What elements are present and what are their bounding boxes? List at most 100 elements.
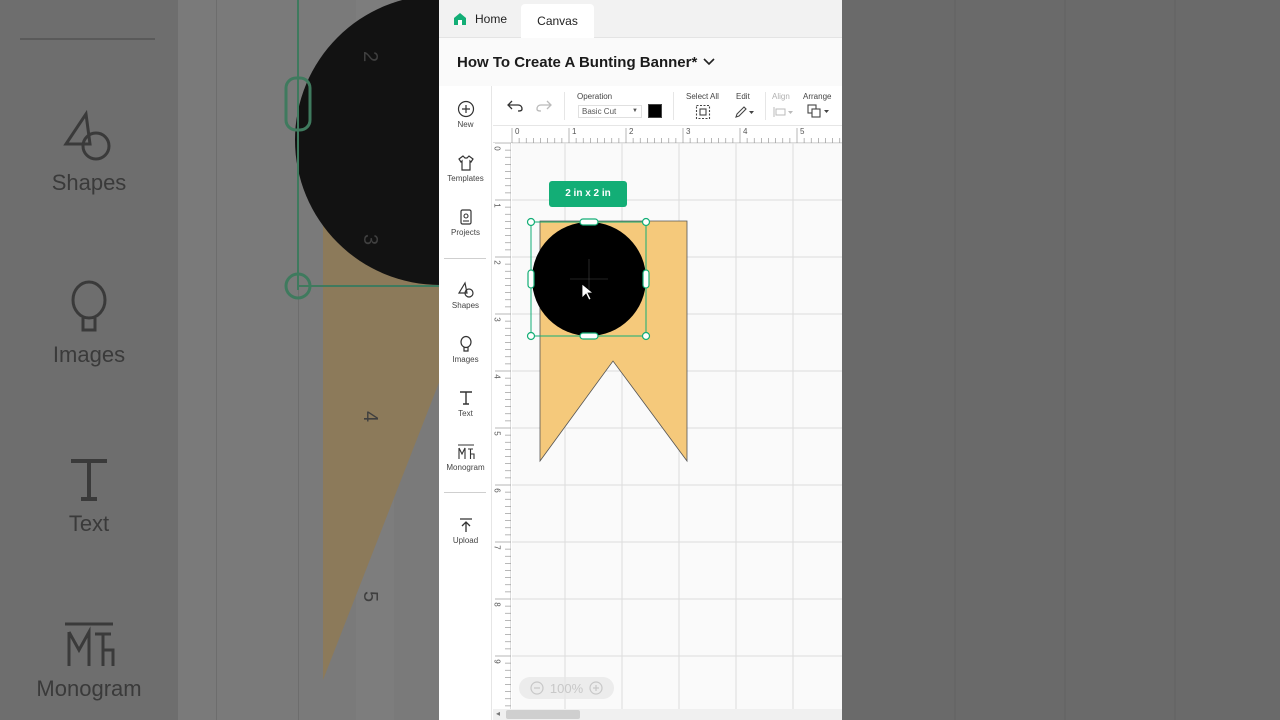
lightbulb-icon <box>459 335 472 352</box>
select-all-icon[interactable] <box>695 104 711 120</box>
shirt-icon <box>457 155 474 171</box>
sidebar-item-projects[interactable]: Projects <box>439 208 492 237</box>
sidebar-item-new[interactable]: New <box>439 100 492 129</box>
scrollbar-thumb[interactable] <box>506 710 580 719</box>
sidebar-divider <box>444 258 486 259</box>
arrange-label: Arrange <box>803 92 832 101</box>
tab-canvas[interactable]: Canvas <box>521 4 594 38</box>
ruler-left-number: 8 <box>492 602 502 607</box>
monogram-icon <box>457 444 475 459</box>
text-t-icon <box>459 391 472 405</box>
ruler-left-number: 1 <box>492 203 502 208</box>
sidebar-item-text[interactable]: Text <box>439 389 492 418</box>
toolbar-divider <box>765 92 766 120</box>
monogram-icon <box>65 622 115 666</box>
ruler-top-number: 1 <box>572 127 577 136</box>
redo-icon[interactable] <box>536 100 552 112</box>
undo-icon[interactable] <box>507 100 523 112</box>
sidebar-item-monogram[interactable]: Monogram <box>439 443 492 472</box>
sidebar-item-upload[interactable]: Upload <box>439 516 492 545</box>
background-ruler-number: 3 <box>359 233 382 246</box>
sidebar-item-shapes[interactable]: Shapes <box>439 281 492 310</box>
ruler-left-number: 5 <box>492 431 502 436</box>
text-t-icon <box>71 459 107 501</box>
background-shapes-item: Shapes <box>0 110 178 196</box>
zoom-out-icon[interactable] <box>530 681 544 695</box>
arrange-icon[interactable] <box>807 104 831 118</box>
resize-handle[interactable] <box>526 331 536 341</box>
left-sidebar: New Templates Projects Shapes Images Tex… <box>439 86 492 720</box>
canvas-drawing <box>512 143 842 709</box>
sidebar-item-label: Upload <box>452 536 479 545</box>
toolbar-divider <box>673 92 674 120</box>
sidebar-item-label: Templates <box>447 174 484 183</box>
background-monogram-item: Monogram <box>0 620 178 702</box>
ruler-left-number: 4 <box>492 374 502 379</box>
ruler-left-number: 6 <box>492 488 502 493</box>
sidebar-item-label: New <box>457 120 474 129</box>
sidebar-item-images[interactable]: Images <box>439 335 492 364</box>
ruler-left-number: 3 <box>492 317 502 322</box>
background-ruler-number: 4 <box>359 410 382 423</box>
sidebar-item-label: Monogram <box>446 463 485 472</box>
sidebar-divider <box>444 492 486 493</box>
edit-label: Edit <box>736 92 750 101</box>
ruler-left-number: 9 <box>492 659 502 664</box>
background-ruler-number: 5 <box>359 590 382 603</box>
pencil-icon[interactable] <box>734 105 756 119</box>
edit-toolbar: Operation Basic Cut ▼ Select All Edit Ali… <box>493 86 842 126</box>
project-title-bar[interactable]: How To Create A Bunting Banner* <box>439 38 842 86</box>
operation-label: Operation <box>577 92 613 101</box>
ruler-left-number: 0 <box>492 146 502 151</box>
background-canvas-right <box>842 0 1280 720</box>
operation-select[interactable]: Basic Cut ▼ <box>578 105 642 118</box>
plus-circle-icon <box>457 100 474 118</box>
toolbar-divider <box>564 92 565 120</box>
resize-handle[interactable] <box>642 269 650 289</box>
upload-icon <box>459 518 472 532</box>
scroll-left-icon[interactable]: ◂ <box>496 709 500 718</box>
ruler-top: 0 1 2 3 4 5 <box>493 126 842 143</box>
ruler-left-number: 7 <box>492 545 502 550</box>
ruler-top-number: 2 <box>629 127 634 136</box>
lightbulb-icon <box>71 280 107 332</box>
size-tooltip: 2 in x 2 in <box>549 181 627 207</box>
ruler-top-number: 5 <box>800 127 805 136</box>
resize-handle[interactable] <box>579 332 599 340</box>
zoom-in-icon[interactable] <box>589 681 603 695</box>
app-window: Home Canvas How To Create A Bunting Bann… <box>439 0 842 720</box>
ruler-top-number: 0 <box>515 127 520 136</box>
resize-handle[interactable] <box>641 331 651 341</box>
tab-canvas-label: Canvas <box>537 14 578 28</box>
align-label: Align <box>772 92 790 101</box>
sidebar-item-label: Images <box>452 355 479 364</box>
resize-handle[interactable] <box>526 217 536 227</box>
tab-bar: Home Canvas <box>439 0 842 38</box>
sidebar-item-templates[interactable]: Templates <box>439 154 492 183</box>
ruler-top-number: 4 <box>743 127 748 136</box>
background-sidebar: Shapes Images Text Monogram <box>0 0 178 720</box>
resize-handle[interactable] <box>641 217 651 227</box>
resize-handle[interactable] <box>527 269 535 289</box>
design-canvas[interactable] <box>512 143 842 709</box>
resize-handle[interactable] <box>579 218 599 226</box>
background-banner <box>216 0 440 720</box>
color-swatch[interactable] <box>648 104 662 118</box>
zoom-control: 100% <box>519 677 614 699</box>
background-images-item: Images <box>0 280 178 368</box>
sidebar-item-label: Shapes <box>451 301 480 310</box>
caret-down-icon: ▼ <box>632 108 638 114</box>
operation-value: Basic Cut <box>582 107 617 116</box>
horizontal-scrollbar[interactable]: ◂ <box>493 709 842 720</box>
shapes-icon <box>63 110 111 161</box>
ruler-top-ticks <box>511 128 841 143</box>
align-icon <box>773 107 793 117</box>
ruler-left: 0 1 2 3 4 5 6 7 8 9 <box>493 143 511 720</box>
projects-icon <box>459 209 472 225</box>
sidebar-item-label: Text <box>458 409 473 418</box>
select-all-label: Select All <box>686 92 719 101</box>
tab-home[interactable]: Home <box>453 4 507 34</box>
background-canvas: 2 3 4 5 <box>178 0 440 720</box>
home-icon <box>454 13 466 25</box>
sidebar-item-label: Projects <box>451 228 480 237</box>
